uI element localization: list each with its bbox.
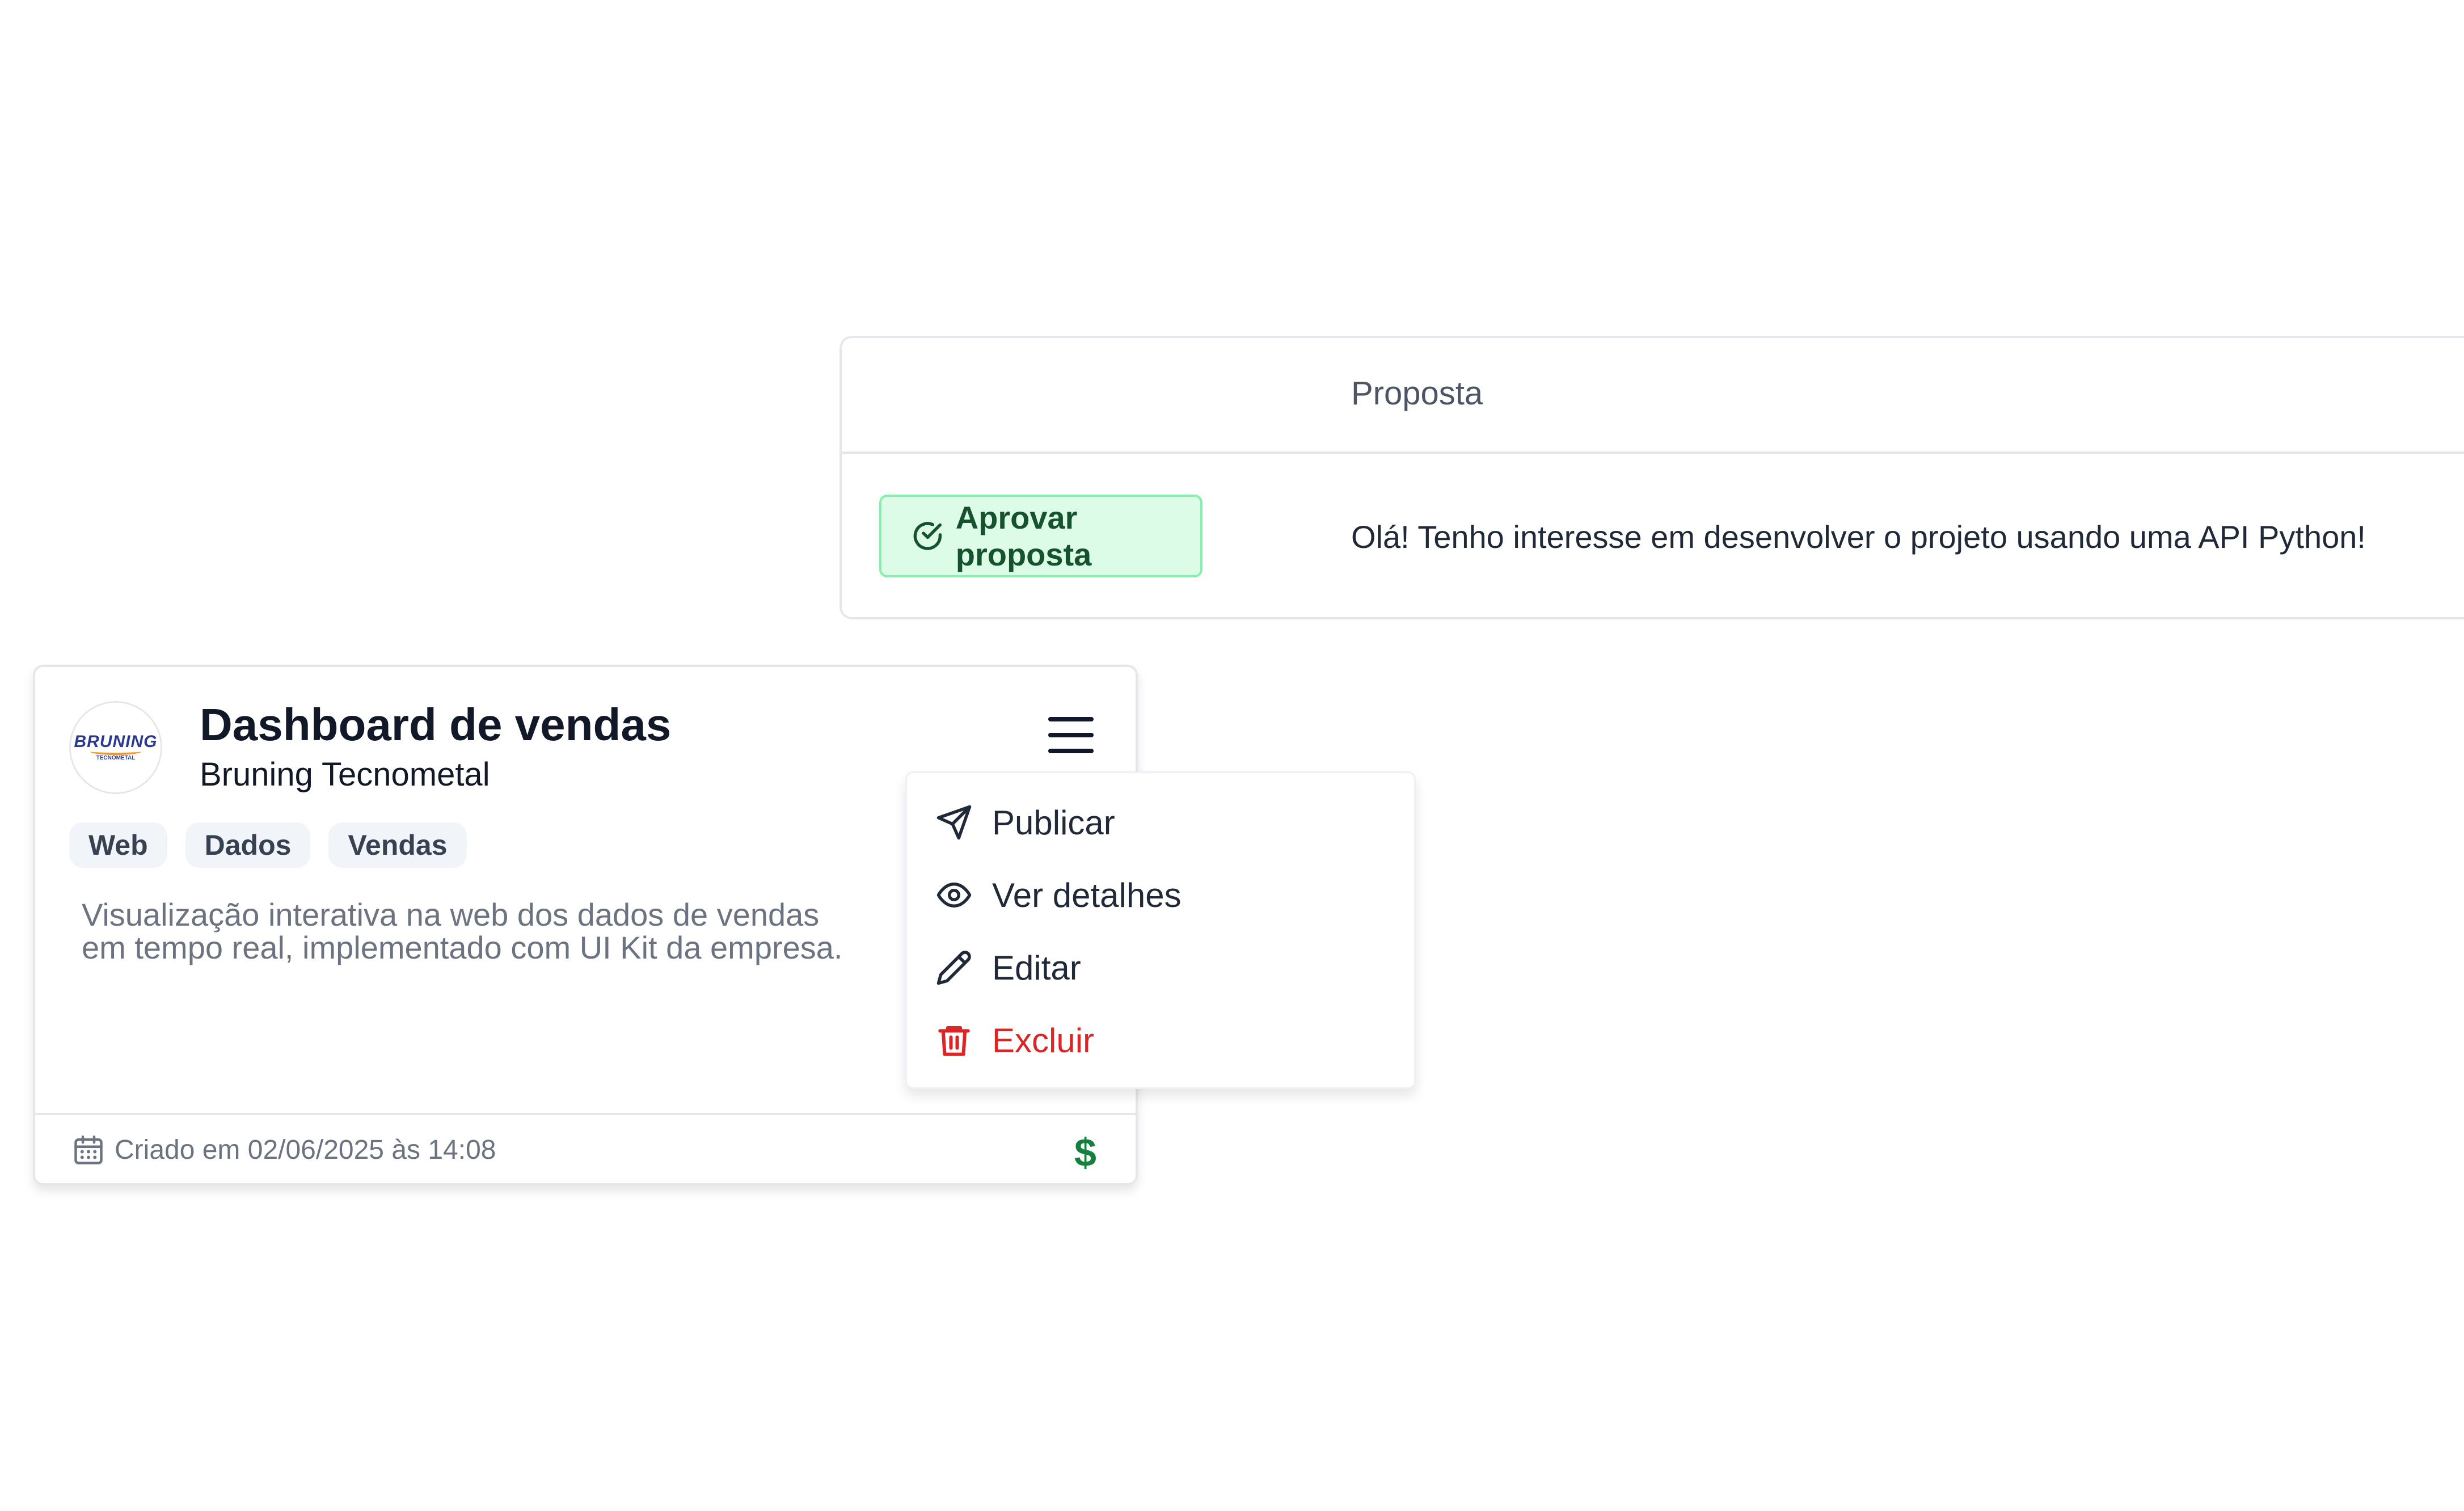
project-title: Dashboard de vendas	[200, 699, 672, 750]
menu-icon-bar	[1048, 749, 1094, 753]
logo-subtext: TECNOMETAL	[96, 755, 136, 761]
menu-icon-bar	[1048, 717, 1094, 721]
check-circle-icon	[913, 522, 942, 550]
actions-dropdown-menu: Publicar Ver detalhes Editar Excluir	[905, 771, 1416, 1089]
tag-web: Web	[69, 822, 167, 868]
logo-swoosh	[90, 748, 141, 755]
menu-item-publicar[interactable]: Publicar	[935, 791, 1400, 854]
description-line: em tempo real, implementado com UI Kit d…	[82, 930, 843, 965]
company-name: Bruning Tecnometal	[200, 756, 490, 793]
menu-item-excluir[interactable]: Excluir	[935, 1009, 1400, 1071]
proposal-message: Olá! Tenho interesse em desenvolver o pr…	[1351, 519, 2366, 555]
approve-proposal-button[interactable]: Aprovar proposta	[879, 495, 1203, 577]
table-header: Proposta	[842, 338, 2464, 454]
send-icon	[936, 805, 972, 840]
description-line: Visualização interativa na web dos dados…	[82, 897, 820, 932]
dollar-icon: $	[1074, 1130, 1096, 1175]
menu-item-label: Publicar	[992, 803, 1115, 842]
calendar-icon	[74, 1136, 103, 1164]
menu-item-label: Excluir	[992, 1021, 1095, 1060]
menu-item-ver-detalhes[interactable]: Ver detalhes	[935, 864, 1400, 926]
menu-icon-bar	[1048, 733, 1094, 737]
menu-item-label: Editar	[992, 948, 1081, 987]
tag-dados: Dados	[185, 822, 311, 868]
menu-item-label: Ver detalhes	[992, 876, 1182, 914]
trash-icon	[938, 1025, 970, 1056]
column-header-proposta: Proposta	[1351, 375, 1483, 412]
approve-proposal-label: Aprovar proposta	[955, 500, 1092, 572]
tag-list: Web Dados Vendas	[69, 822, 467, 868]
project-description: Visualização interativa na web dos dados…	[82, 898, 944, 964]
tag-vendas: Vendas	[328, 822, 467, 868]
created-date: Criado em 02/06/2025 às 14:08	[115, 1135, 496, 1165]
company-logo: BRUNING TECNOMETAL	[69, 701, 162, 794]
eye-icon	[936, 883, 972, 908]
menu-item-editar[interactable]: Editar	[935, 936, 1400, 999]
card-footer: Criado em 02/06/2025 às 14:08 $	[35, 1113, 1136, 1183]
hamburger-menu-button[interactable]	[1046, 715, 1096, 756]
proposals-table: Proposta Aprovar proposta Olá! Tenho int…	[839, 336, 2464, 619]
pencil-icon	[936, 951, 971, 985]
